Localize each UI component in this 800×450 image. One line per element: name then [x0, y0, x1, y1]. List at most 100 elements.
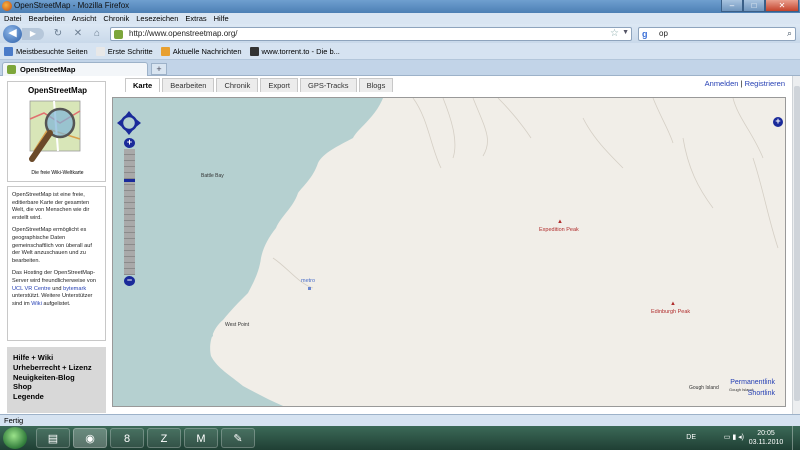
maximize-button[interactable]: □: [743, 0, 765, 12]
metro-marker-icon[interactable]: [308, 287, 311, 290]
page-scrollbar[interactable]: [792, 76, 800, 414]
osm-tab-gps-tracks[interactable]: GPS-Tracks: [300, 78, 357, 92]
ucl-link[interactable]: UCL VR Centre: [12, 286, 51, 292]
bookmark-label: Erste Schritte: [107, 46, 153, 56]
clock-time: 20:05: [757, 430, 775, 437]
intro-paragraph-1: OpenStreetMap ist eine freie, editierbar…: [12, 192, 90, 221]
nav-shop[interactable]: Shop: [13, 382, 101, 392]
page-content: OpenStreetMap Die freie Wiki-Weltkarte O…: [0, 76, 800, 414]
url-bar[interactable]: http://www.openstreetmap.org/ ☆ ▼: [110, 27, 632, 41]
menu-bar: Datei Bearbeiten Ansicht Chronik Lesezei…: [0, 13, 800, 24]
reload-icon[interactable]: ↻: [52, 28, 64, 40]
osm-tab-chronik[interactable]: Chronik: [216, 78, 259, 92]
login-separator: |: [740, 79, 743, 88]
clock[interactable]: 20:05 03.11.2010: [746, 429, 786, 447]
bookmark-star-icon[interactable]: ☆: [610, 28, 619, 39]
bookmark-item[interactable]: Erste Schritte: [95, 43, 153, 59]
menu-ansicht[interactable]: Ansicht: [72, 13, 97, 24]
osm-logo-icon: [29, 100, 81, 162]
peak-label-expedition: Expedition Peak: [539, 227, 579, 233]
osm-logo-box[interactable]: OpenStreetMap Die freie Wiki-Weltkarte: [7, 81, 106, 182]
zoom-out-button[interactable]: −: [124, 276, 135, 286]
zoom-slider-handle[interactable]: [124, 179, 135, 182]
url-dropdown-icon[interactable]: ▼: [622, 29, 629, 36]
menu-extras[interactable]: Extras: [185, 13, 206, 24]
osm-tab-bearbeiten[interactable]: Bearbeiten: [162, 78, 215, 92]
stop-icon[interactable]: ✕: [72, 28, 84, 40]
wiki-link[interactable]: Wiki: [31, 301, 42, 307]
taskbar-app-m-icon[interactable]: M: [184, 428, 218, 448]
start-button[interactable]: [3, 427, 27, 449]
osm-tab-karte[interactable]: Karte: [125, 78, 161, 92]
tab-label: OpenStreetMap: [20, 65, 76, 74]
forward-button[interactable]: ▶: [22, 28, 44, 40]
osm-tab-blogs[interactable]: Blogs: [358, 78, 394, 92]
osm-tab-export[interactable]: Export: [260, 78, 298, 92]
taskbar-firefox-icon[interactable]: ◉: [73, 428, 107, 448]
taskbar-explorer-icon[interactable]: ▤: [36, 428, 70, 448]
peak-label-edinburgh: Edinburgh Peak: [651, 309, 691, 315]
tab-openstreetmap[interactable]: OpenStreetMap: [2, 62, 148, 76]
search-input[interactable]: op: [659, 29, 668, 38]
new-tab-button[interactable]: +: [151, 63, 167, 75]
intro-text: und: [50, 285, 64, 292]
register-link[interactable]: Registrieren: [745, 79, 785, 88]
zoom-slider[interactable]: [124, 149, 135, 275]
show-desktop-button[interactable]: [792, 426, 800, 450]
intro-paragraph-2: OpenStreetMap ermöglicht es geographisch…: [12, 227, 92, 264]
tray-icons[interactable]: ▭ ▮ ◂): [724, 433, 744, 441]
peak-triangle-icon: ▲: [557, 219, 563, 225]
nav-legend[interactable]: Legende: [13, 392, 101, 402]
pan-control-icon[interactable]: [117, 111, 141, 135]
search-icon[interactable]: ⌕: [787, 28, 792, 39]
nav-blog[interactable]: Neuigkeiten-Blog: [13, 373, 101, 383]
metro-label: metro: [301, 278, 316, 284]
menu-bearbeiten[interactable]: Bearbeiten: [29, 13, 65, 24]
menu-hilfe[interactable]: Hilfe: [214, 13, 229, 24]
bytemark-link[interactable]: bytemark: [63, 286, 86, 292]
bookmark-item[interactable]: www.torrent.to - Die b...: [249, 43, 340, 59]
bookmark-item[interactable]: Meistbesuchte Seiten: [4, 43, 88, 59]
map-label-point: West Point: [225, 322, 250, 328]
bookmark-item[interactable]: Aktuelle Nachrichten: [160, 43, 242, 59]
peak-triangle-icon: ▲: [670, 301, 676, 307]
back-button[interactable]: ◀: [3, 25, 22, 43]
search-engine-icon[interactable]: g: [642, 29, 648, 39]
status-bar: Fertig: [0, 414, 800, 426]
firefox-icon: [2, 1, 12, 11]
intro-paragraph-3: Das Hosting der OpenStreetMap-Server wir…: [12, 270, 101, 308]
taskbar-app-z-icon[interactable]: Z: [147, 428, 181, 448]
scrollbar-thumb[interactable]: [794, 86, 800, 401]
intro-text: Das Hosting der OpenStreetMap-Server wir…: [12, 270, 96, 284]
taskbar-app-8-icon[interactable]: 8: [110, 428, 144, 448]
taskbar-paint-icon[interactable]: ✎: [221, 428, 255, 448]
home-icon[interactable]: ⌂: [91, 28, 103, 40]
close-button[interactable]: ✕: [765, 0, 799, 12]
bookmark-label: Meistbesuchte Seiten: [16, 46, 88, 56]
map-view[interactable]: Battle Bay West Point ▲ Expedition Peak …: [112, 97, 786, 407]
intro-text: aufgelistet.: [41, 300, 71, 307]
signin-link[interactable]: Anmelden: [705, 79, 739, 88]
tab-strip: OpenStreetMap +: [0, 60, 800, 76]
zoom-in-button[interactable]: +: [124, 138, 135, 148]
window-titlebar: OpenStreetMap - Mozilla Firefox – □ ✕: [0, 0, 800, 13]
nav-copyright[interactable]: Urheberrecht + Lizenz: [13, 363, 101, 373]
logo-subtitle: Die freie Wiki-Weltkarte: [31, 170, 84, 176]
menu-chronik[interactable]: Chronik: [103, 13, 129, 24]
minimize-button[interactable]: –: [721, 0, 743, 12]
bookmarks-toolbar: Meistbesuchte Seiten Erste Schritte Aktuel…: [0, 43, 800, 60]
language-indicator[interactable]: DE: [686, 434, 696, 441]
map-label-bay: Battle Bay: [201, 173, 224, 179]
menu-datei[interactable]: Datei: [4, 13, 22, 24]
search-bar[interactable]: g op ⌕: [638, 27, 796, 41]
layer-switcher-button[interactable]: +: [773, 117, 783, 127]
site-favicon-icon: [114, 30, 123, 39]
nav-help-wiki[interactable]: Hilfe + Wiki: [13, 353, 101, 363]
url-text[interactable]: http://www.openstreetmap.org/: [129, 29, 238, 38]
menu-lesezeichen[interactable]: Lesezeichen: [136, 13, 178, 24]
map-tiles[interactable]: [113, 98, 786, 407]
permalink-link[interactable]: Permanentlink: [730, 379, 775, 386]
bookmark-icon: [249, 46, 259, 56]
left-nav: Hilfe + Wiki Urheberrecht + Lizenz Neuig…: [7, 347, 106, 413]
shortlink-link[interactable]: Shortlink: [748, 390, 775, 397]
